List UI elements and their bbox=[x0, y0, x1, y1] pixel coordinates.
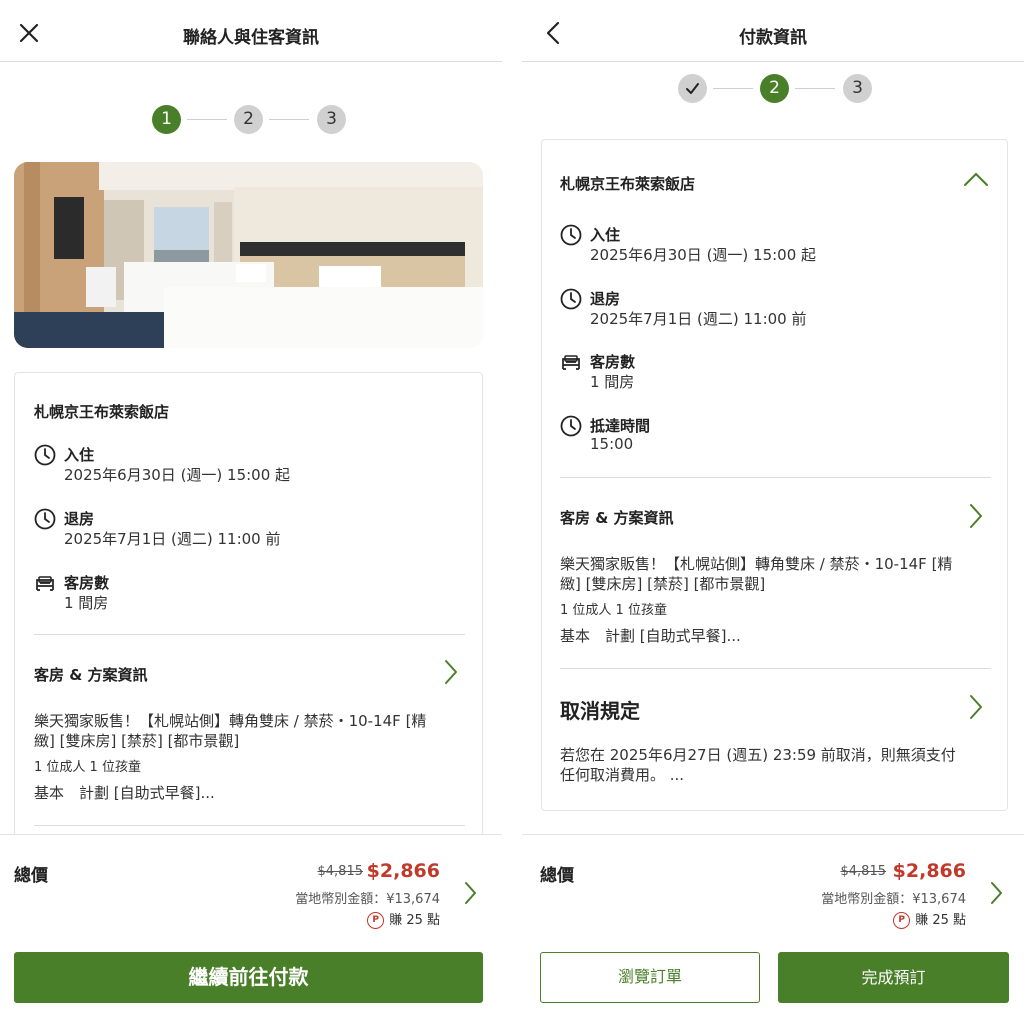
step-connector bbox=[795, 88, 835, 89]
checkout-row: 退房 2025年7月1日 (週二) 11:00 前 bbox=[34, 508, 454, 552]
price-footer: 總價 $4,815 $2,866 當地幣別金額：¥13,674 P賺 25 點 … bbox=[0, 834, 502, 1024]
total-label: 總價 bbox=[540, 866, 574, 886]
checkout-value: 2025年7月1日 (週二) 11:00 前 bbox=[64, 530, 281, 548]
step-connector bbox=[269, 119, 309, 120]
local-currency-amount: 當地幣別金額：¥13,674 bbox=[295, 892, 440, 907]
total-label: 總價 bbox=[14, 866, 48, 886]
clock-icon bbox=[34, 508, 56, 530]
check-icon bbox=[686, 83, 699, 94]
price-footer: 總價 $4,815 $2,866 當地幣別金額：¥13,674 P賺 25 點 … bbox=[522, 834, 1024, 1024]
clock-icon bbox=[560, 288, 582, 310]
clock-icon bbox=[560, 415, 582, 437]
contact-guest-info-screen: 聯絡人與住客資訊 1 2 3 札幌京王布萊索飯店 入住 2025年6月30日 (… bbox=[0, 0, 502, 1024]
booking-summary-card: 札幌京王布萊索飯店 入住 2025年6月30日 (週一) 15:00 起 退房 … bbox=[541, 139, 1008, 811]
checkin-label: 入住 bbox=[590, 226, 621, 244]
local-currency-amount: 當地幣別金額：¥13,674 bbox=[821, 892, 966, 907]
top-navbar: 付款資訊 bbox=[522, 0, 1024, 62]
checkout-value: 2025年7月1日 (週二) 11:00 前 bbox=[590, 310, 807, 328]
checkin-label: 入住 bbox=[64, 446, 95, 464]
browse-order-button[interactable]: 瀏覽訂單 bbox=[540, 952, 760, 1003]
arrival-time-row: 抵達時間 15:00 bbox=[560, 415, 980, 459]
cancellation-policy-heading[interactable]: 取消規定 bbox=[560, 695, 640, 724]
plan-name: 基本 計劃 [自助式早餐]... bbox=[560, 627, 741, 645]
rooms-value: 1 間房 bbox=[590, 373, 635, 391]
divider bbox=[560, 668, 991, 669]
room-plan-heading[interactable]: 客房 & 方案資訊 bbox=[560, 507, 674, 528]
checkout-label: 退房 bbox=[590, 290, 621, 308]
points-earned: P 賺 25 點 bbox=[893, 909, 966, 929]
chevron-up-icon[interactable] bbox=[963, 171, 989, 187]
clock-icon bbox=[560, 224, 582, 246]
chevron-right-icon[interactable] bbox=[989, 881, 1003, 905]
original-price: $4,815 bbox=[840, 864, 887, 879]
step-1-completed bbox=[678, 74, 707, 103]
room-description-line-1: 樂天獨家販售！【札幌站側】轉角雙床 / 禁菸・10-14F [精 bbox=[34, 712, 427, 730]
continue-to-payment-button[interactable]: 繼續前往付款 bbox=[14, 952, 483, 1003]
plan-name: 基本 計劃 [自助式早餐]... bbox=[34, 784, 215, 802]
step-connector bbox=[713, 88, 753, 89]
hotel-name: 札幌京王布萊索飯店 bbox=[34, 403, 170, 421]
room-description-line-2: 緻] [雙床房] [禁菸] [都市景觀] bbox=[34, 732, 240, 750]
points-icon: P bbox=[367, 912, 385, 929]
progress-stepper: 2 3 bbox=[678, 74, 872, 104]
rooms-row: 客房數 1 間房 bbox=[34, 572, 454, 616]
room-description-line-1: 樂天獨家販售！【札幌站側】轉角雙床 / 禁菸・10-14F [精 bbox=[560, 555, 953, 573]
checkout-row: 退房 2025年7月1日 (週二) 11:00 前 bbox=[560, 288, 980, 332]
room-description-line-2: 緻] [雙床房] [禁菸] [都市景觀] bbox=[560, 575, 766, 593]
chevron-right-icon[interactable] bbox=[968, 503, 984, 529]
points-text: 賺 25 點 bbox=[389, 913, 440, 928]
hotel-room-photo bbox=[14, 162, 483, 348]
arrival-time-label: 抵達時間 bbox=[590, 417, 651, 435]
cancellation-text-line-1: 若您在 2025年6月27日 (週五) 23:59 前取消，則無須支付 bbox=[560, 746, 956, 764]
room-plan-heading[interactable]: 客房 & 方案資訊 bbox=[34, 664, 148, 685]
points-earned: P 賺 25 點 bbox=[367, 909, 440, 929]
rooms-value: 1 間房 bbox=[64, 594, 109, 612]
rooms-row: 客房數 1 間房 bbox=[560, 351, 980, 395]
step-connector bbox=[187, 119, 227, 120]
checkout-label: 退房 bbox=[64, 510, 95, 528]
divider bbox=[34, 825, 465, 826]
bed-icon bbox=[562, 355, 580, 370]
arrival-time-value: 15:00 bbox=[590, 435, 634, 453]
page-title: 付款資訊 bbox=[739, 28, 807, 48]
rooms-label: 客房數 bbox=[64, 574, 110, 592]
chevron-right-icon[interactable] bbox=[443, 659, 459, 685]
page-title: 聯絡人與住客資訊 bbox=[183, 28, 319, 48]
divider bbox=[34, 634, 465, 635]
bed-icon bbox=[36, 576, 54, 591]
divider bbox=[560, 477, 991, 478]
clock-icon bbox=[34, 444, 56, 466]
screen-gutter bbox=[502, 0, 522, 1024]
chevron-right-icon[interactable] bbox=[463, 881, 477, 905]
discounted-price: $2,866 bbox=[366, 860, 440, 882]
checkin-value: 2025年6月30日 (週一) 15:00 起 bbox=[64, 466, 291, 484]
step-1: 1 bbox=[152, 105, 181, 134]
checkin-value: 2025年6月30日 (週一) 15:00 起 bbox=[590, 246, 817, 264]
guest-count: 1 位成人 1 位孩童 bbox=[560, 603, 667, 618]
step-3: 3 bbox=[317, 105, 346, 134]
checkin-row: 入住 2025年6月30日 (週一) 15:00 起 bbox=[34, 444, 454, 488]
points-text: 賺 25 點 bbox=[915, 913, 966, 928]
step-2: 2 bbox=[760, 74, 789, 103]
step-3: 3 bbox=[843, 74, 872, 103]
guest-count: 1 位成人 1 位孩童 bbox=[34, 760, 141, 775]
payment-info-screen: 付款資訊 2 3 札幌京王布萊索飯店 入住 2025年6月30日 (週一) 15… bbox=[522, 0, 1024, 1024]
rooms-label: 客房數 bbox=[590, 353, 636, 371]
complete-booking-button[interactable]: 完成預訂 bbox=[778, 952, 1009, 1003]
top-navbar: 聯絡人與住客資訊 bbox=[0, 0, 502, 62]
discounted-price: $2,866 bbox=[892, 860, 966, 882]
chevron-right-icon[interactable] bbox=[968, 694, 984, 720]
booking-summary-card: 札幌京王布萊索飯店 入住 2025年6月30日 (週一) 15:00 起 退房 … bbox=[14, 372, 483, 852]
points-icon: P bbox=[893, 912, 911, 929]
step-2: 2 bbox=[234, 105, 263, 134]
cancellation-text-line-2: 任何取消費用。 ... bbox=[560, 766, 685, 784]
checkin-row: 入住 2025年6月30日 (週一) 15:00 起 bbox=[560, 224, 980, 268]
progress-stepper: 1 2 3 bbox=[152, 105, 346, 135]
original-price: $4,815 bbox=[317, 864, 364, 879]
hotel-name: 札幌京王布萊索飯店 bbox=[560, 175, 696, 193]
